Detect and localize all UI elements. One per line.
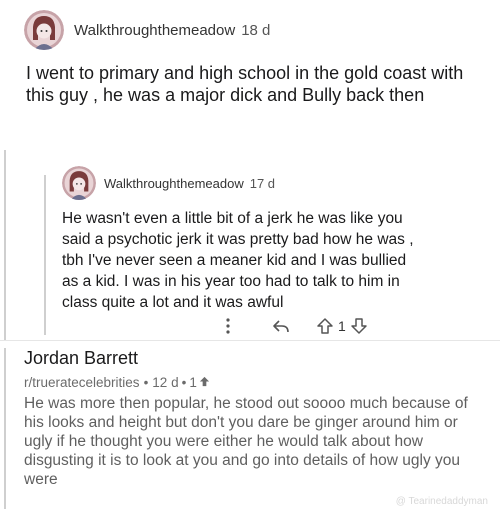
comment-header: Walkthroughthemeadow 18 d <box>24 10 494 50</box>
divider <box>0 340 500 341</box>
subreddit-link[interactable]: r/trueratecelebrities <box>24 375 140 390</box>
avatar[interactable] <box>24 10 64 50</box>
post-title[interactable]: Jordan Barrett <box>24 348 494 369</box>
upvote-icon[interactable] <box>316 317 334 335</box>
avatar[interactable] <box>62 166 96 200</box>
comment-body: He wasn't even a little bit of a jerk he… <box>62 210 414 311</box>
thread-line-bottom[interactable] <box>4 348 6 509</box>
meta-separator: • <box>143 375 149 390</box>
username[interactable]: Walkthroughthemeadow <box>104 176 244 191</box>
reply-icon[interactable] <box>272 318 290 334</box>
comment-age: 17 d <box>249 175 276 191</box>
post-age: 12 d <box>152 375 179 390</box>
avatar-image <box>24 10 64 50</box>
comment-thread-page: Walkthroughthemeadow 18 d I went to prim… <box>0 0 500 509</box>
comment-context-post: Jordan Barrett r/trueratecelebrities • 1… <box>24 348 494 489</box>
comment-body: I went to primary and high school in the… <box>26 63 464 105</box>
avatar-image <box>62 166 96 200</box>
downvote-icon[interactable] <box>350 317 368 335</box>
vote-count: 1 <box>338 318 346 334</box>
comment-header: Walkthroughthemeadow 17 d <box>62 166 482 200</box>
post-score: 1 <box>189 375 197 390</box>
upvote-arrow-icon <box>199 375 210 390</box>
post-meta: r/trueratecelebrities • 12 d • 1 <box>24 375 494 390</box>
more-options-icon[interactable] <box>220 318 236 334</box>
post-body: He was more then popular, he stood out s… <box>24 395 468 488</box>
username[interactable]: Walkthroughthemeadow <box>74 22 235 39</box>
comment-top-level: Walkthroughthemeadow 18 d I went to prim… <box>24 10 494 106</box>
comment-reply: Walkthroughthemeadow 17 d He wasn't even… <box>62 166 482 313</box>
comment-age: 18 d <box>241 21 271 39</box>
thread-line-inner[interactable] <box>44 175 46 335</box>
thread-line-outer[interactable] <box>4 150 6 340</box>
comment-actions: 1 <box>220 316 368 336</box>
watermark: @ Tearinedaddyman <box>395 496 488 507</box>
meta-separator: • <box>181 375 187 390</box>
